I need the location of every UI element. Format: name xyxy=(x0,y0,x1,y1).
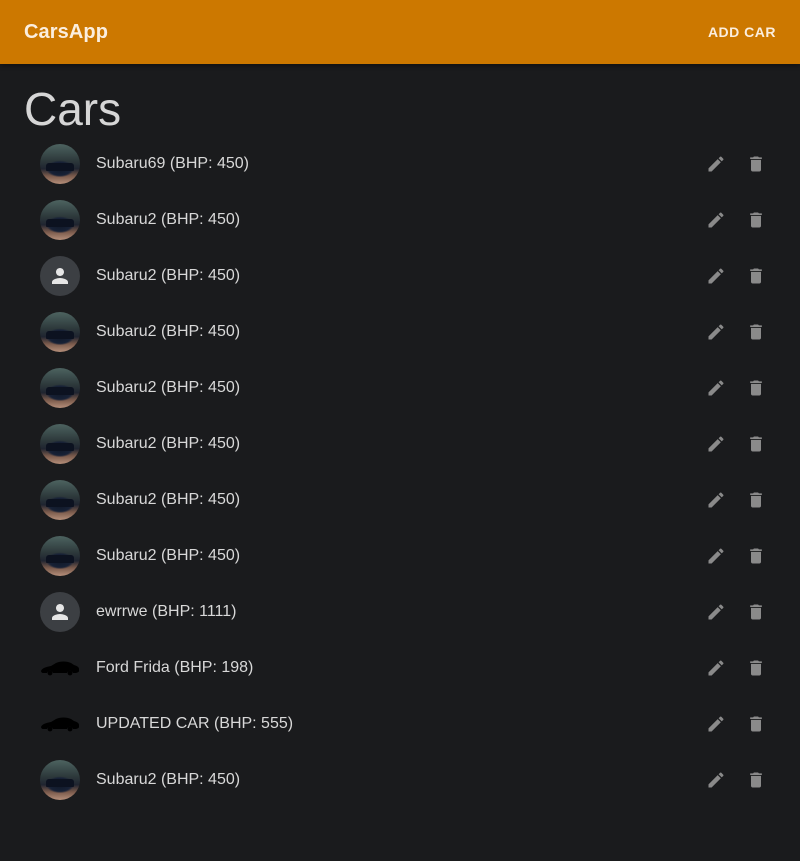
list-item[interactable]: Subaru2 (BHP: 450) xyxy=(0,304,800,360)
list-item[interactable]: Subaru2 (BHP: 450) xyxy=(0,472,800,528)
edit-icon[interactable] xyxy=(704,656,728,680)
list-item[interactable]: Subaru69 (BHP: 450) xyxy=(0,136,800,192)
edit-icon[interactable] xyxy=(704,768,728,792)
edit-icon[interactable] xyxy=(704,544,728,568)
list-item[interactable]: Subaru2 (BHP: 450) xyxy=(0,752,800,808)
edit-icon[interactable] xyxy=(704,152,728,176)
car-silhouette-avatar xyxy=(40,704,80,744)
car-label: Subaru2 (BHP: 450) xyxy=(96,491,241,508)
car-photo-avatar xyxy=(40,480,80,520)
car-photo-avatar xyxy=(40,536,80,576)
car-photo-avatar xyxy=(40,144,80,184)
delete-icon[interactable] xyxy=(744,320,768,344)
person-avatar-icon xyxy=(40,592,80,632)
row-actions xyxy=(704,152,768,176)
row-actions xyxy=(704,600,768,624)
edit-icon[interactable] xyxy=(704,432,728,456)
delete-icon[interactable] xyxy=(744,376,768,400)
edit-icon[interactable] xyxy=(704,320,728,344)
list-item[interactable]: ewrrwe (BHP: 1111) xyxy=(0,584,800,640)
car-label: Subaru2 (BHP: 450) xyxy=(96,267,241,284)
row-actions xyxy=(704,208,768,232)
person-avatar-icon xyxy=(40,256,80,296)
car-label: Subaru2 (BHP: 450) xyxy=(96,379,241,396)
car-label: ewrrwe (BHP: 1111) xyxy=(96,603,237,620)
delete-icon[interactable] xyxy=(744,600,768,624)
car-photo-avatar xyxy=(40,368,80,408)
list-item[interactable]: Subaru2 (BHP: 450) xyxy=(0,528,800,584)
list-item[interactable]: Ford Frida (BHP: 198) xyxy=(0,640,800,696)
delete-icon[interactable] xyxy=(744,264,768,288)
list-item[interactable]: Subaru2 (BHP: 450) xyxy=(0,360,800,416)
car-label: Subaru2 (BHP: 450) xyxy=(96,323,241,340)
delete-icon[interactable] xyxy=(744,208,768,232)
car-label: Ford Frida (BHP: 198) xyxy=(96,659,254,676)
page-title: Cars xyxy=(24,83,122,135)
car-label: Subaru2 (BHP: 450) xyxy=(96,771,241,788)
list-item[interactable]: Subaru2 (BHP: 450) xyxy=(0,192,800,248)
row-actions xyxy=(704,656,768,680)
car-silhouette-avatar xyxy=(40,648,80,688)
edit-icon[interactable] xyxy=(704,600,728,624)
car-photo-avatar xyxy=(40,200,80,240)
list-item[interactable]: Subaru2 (BHP: 450) xyxy=(0,416,800,472)
car-list: Subaru69 (BHP: 450) Subaru2 (BHP: 450) Sub… xyxy=(0,136,800,808)
car-label: Subaru69 (BHP: 450) xyxy=(96,155,249,172)
delete-icon[interactable] xyxy=(744,488,768,512)
row-actions xyxy=(704,488,768,512)
edit-icon[interactable] xyxy=(704,488,728,512)
delete-icon[interactable] xyxy=(744,656,768,680)
row-actions xyxy=(704,768,768,792)
list-item[interactable]: Subaru2 (BHP: 450) xyxy=(0,248,800,304)
app-bar: CarsApp ADD CAR xyxy=(0,0,800,64)
car-photo-avatar xyxy=(40,312,80,352)
row-actions xyxy=(704,376,768,400)
row-actions xyxy=(704,712,768,736)
row-actions xyxy=(704,544,768,568)
car-photo-avatar xyxy=(40,760,80,800)
list-item[interactable]: UPDATED CAR (BHP: 555) xyxy=(0,696,800,752)
edit-icon[interactable] xyxy=(704,208,728,232)
delete-icon[interactable] xyxy=(744,432,768,456)
row-actions xyxy=(704,264,768,288)
car-label: UPDATED CAR (BHP: 555) xyxy=(96,715,294,732)
row-actions xyxy=(704,432,768,456)
car-label: Subaru2 (BHP: 450) xyxy=(96,435,241,452)
edit-icon[interactable] xyxy=(704,712,728,736)
car-label: Subaru2 (BHP: 450) xyxy=(96,547,241,564)
delete-icon[interactable] xyxy=(744,712,768,736)
row-actions xyxy=(704,320,768,344)
car-label: Subaru2 (BHP: 450) xyxy=(96,211,241,228)
app-title: CarsApp xyxy=(24,20,109,43)
car-photo-avatar xyxy=(40,424,80,464)
add-car-button[interactable]: ADD CAR xyxy=(700,18,784,46)
delete-icon[interactable] xyxy=(744,544,768,568)
delete-icon[interactable] xyxy=(744,768,768,792)
edit-icon[interactable] xyxy=(704,264,728,288)
edit-icon[interactable] xyxy=(704,376,728,400)
delete-icon[interactable] xyxy=(744,152,768,176)
